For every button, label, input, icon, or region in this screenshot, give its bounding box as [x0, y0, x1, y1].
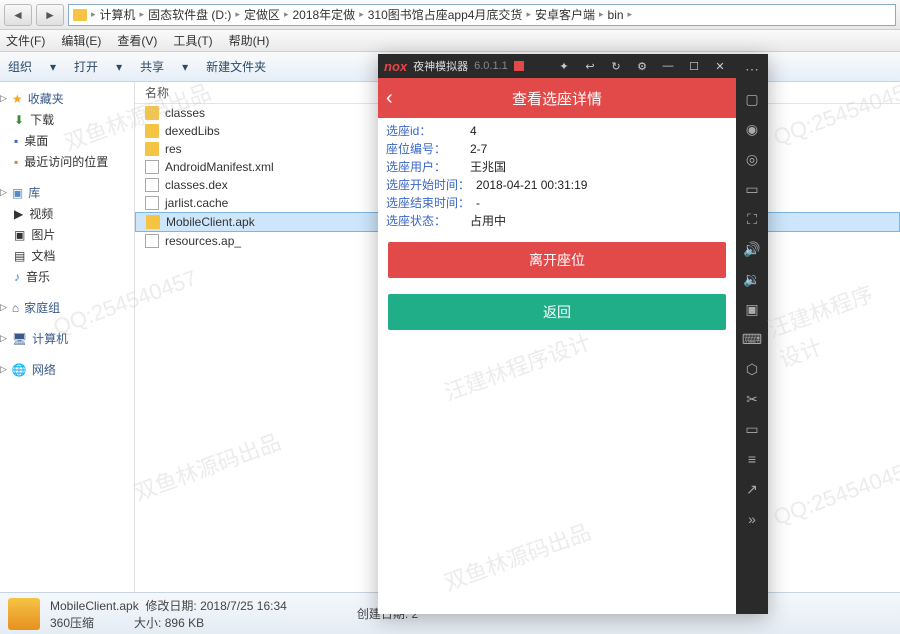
menu-tools[interactable]: 工具(T) [173, 32, 212, 49]
location-icon[interactable]: ◎ [743, 150, 761, 168]
nox-sidebar: ⋯ ▢ ◉ ◎ ▭ ⛶ 🔊 🔉 ▣ ⌨ ⬡ ✂ ▭ ≡ ↗ » [736, 54, 768, 614]
crumb[interactable]: 安卓客户端 [535, 6, 595, 23]
crumb[interactable]: bin [608, 8, 624, 22]
breadcrumb[interactable]: ▸ 计算机▸ 固态软件盘 (D:)▸ 定做区▸ 2018年定做▸ 310图书馆占… [68, 4, 896, 26]
sidebar-homegroup[interactable]: 家庭组 [24, 299, 60, 316]
display-icon[interactable]: ▭ [743, 180, 761, 198]
volume-down-icon[interactable]: 🔉 [743, 270, 761, 288]
apk-icon[interactable]: ⬡ [743, 360, 761, 378]
toolbar-newfolder[interactable]: 新建文件夹 [206, 58, 266, 75]
more-icon[interactable]: ⋯ [743, 60, 761, 78]
close-icon[interactable]: ✕ [710, 60, 730, 73]
crumb[interactable]: 310图书馆占座app4月底交货 [368, 6, 523, 23]
folder-icon [73, 9, 87, 21]
col-name[interactable]: 名称 [145, 84, 169, 101]
sidebar-computer[interactable]: 计算机 [32, 330, 68, 347]
file-icon [145, 178, 159, 192]
status-type: 360压缩 [50, 616, 94, 630]
pin-icon[interactable]: ✦ [554, 60, 574, 73]
sidebar-item[interactable]: ⬇下载 [0, 109, 134, 130]
maximize-icon[interactable]: ☐ [684, 60, 704, 73]
menu-bar: 文件(F) 编辑(E) 查看(V) 工具(T) 帮助(H) [0, 30, 900, 52]
library-icon: ▣ [12, 186, 23, 200]
file-icon [145, 196, 159, 210]
folder-icon[interactable]: ▣ [743, 300, 761, 318]
back-arrow-icon[interactable]: ‹ [386, 87, 393, 110]
menu-file[interactable]: 文件(F) [6, 32, 45, 49]
toolbar-organize[interactable]: 组织 [8, 58, 32, 75]
nox-titlebar: nox 夜神模拟器 6.0.1.1 ✦ ↩ ↻ ⚙ — ☐ ✕ [378, 54, 736, 78]
file-icon [145, 234, 159, 248]
sidebar-item[interactable]: ▤文档 [0, 245, 134, 266]
settings-icon[interactable]: ⚙ [632, 60, 652, 73]
sidebar-item[interactable]: ▶视频 [0, 203, 134, 224]
camera-icon[interactable]: ◉ [743, 120, 761, 138]
menu-help[interactable]: 帮助(H) [229, 32, 270, 49]
nox-emulator: nox 夜神模拟器 6.0.1.1 ✦ ↩ ↻ ⚙ — ☐ ✕ ‹ 查看选座详情… [378, 54, 768, 614]
menu-edit[interactable]: 编辑(E) [61, 32, 101, 49]
address-bar: ◄ ► ▸ 计算机▸ 固态软件盘 (D:)▸ 定做区▸ 2018年定做▸ 310… [0, 0, 900, 30]
sidebar-favorites[interactable]: 收藏夹 [28, 90, 64, 107]
folder-icon [145, 142, 159, 156]
seat-detail: 选座id：4 座位编号：2-7 选座用户：王兆国 选座开始时间：2018-04-… [378, 118, 736, 234]
menu-view[interactable]: 查看(V) [117, 32, 157, 49]
sidebar-item[interactable]: ▣图片 [0, 224, 134, 245]
return-button[interactable]: 返回 [388, 294, 726, 330]
toolbar-open[interactable]: 打开 [74, 58, 98, 75]
folder-icon [145, 124, 159, 138]
sidebar-item[interactable]: ▪最近访问的位置 [0, 151, 134, 172]
folder-icon [145, 106, 159, 120]
leave-seat-button[interactable]: 离开座位 [388, 242, 726, 278]
status-filename: MobileClient.apk [50, 599, 139, 613]
app-title: 查看选座详情 [378, 88, 736, 109]
expand-icon[interactable]: » [743, 510, 761, 528]
scissors-icon[interactable]: ✂ [743, 390, 761, 408]
crumb[interactable]: 固态软件盘 (D:) [148, 6, 231, 23]
fullscreen-icon[interactable]: ⛶ [743, 210, 761, 228]
app-header: ‹ 查看选座详情 [378, 78, 736, 118]
refresh-icon[interactable]: ↻ [606, 60, 626, 73]
nox-title: 夜神模拟器 [413, 58, 468, 74]
nox-logo-icon: nox [384, 59, 407, 74]
rec-icon [514, 61, 524, 71]
phone-icon[interactable]: ▢ [743, 90, 761, 108]
keyboard-icon[interactable]: ⌨ [743, 330, 761, 348]
list-icon[interactable]: ≡ [743, 450, 761, 468]
sidebar-item[interactable]: ▪桌面 [0, 130, 134, 151]
sidebar-item[interactable]: ♪音乐 [0, 266, 134, 287]
export-icon[interactable]: ↗ [743, 480, 761, 498]
nox-version: 6.0.1.1 [474, 60, 508, 72]
nav-fwd-button[interactable]: ► [36, 4, 64, 26]
record-icon[interactable]: ▭ [743, 420, 761, 438]
crumb[interactable]: 定做区 [244, 6, 280, 23]
toolbar-share[interactable]: 共享 [140, 58, 164, 75]
file-icon [145, 160, 159, 174]
sidebar: ▷★收藏夹 ⬇下载 ▪桌面 ▪最近访问的位置 ▷▣库 ▶视频 ▣图片 ▤文档 ♪… [0, 82, 135, 602]
sidebar-network[interactable]: 网络 [32, 361, 56, 378]
star-icon: ★ [12, 92, 23, 106]
back-icon[interactable]: ↩ [580, 60, 600, 73]
file-type-icon [8, 598, 40, 630]
volume-up-icon[interactable]: 🔊 [743, 240, 761, 258]
sidebar-library[interactable]: 库 [28, 184, 40, 201]
crumb[interactable]: 计算机 [100, 6, 136, 23]
apk-icon [146, 215, 160, 229]
minimize-icon[interactable]: — [658, 60, 678, 72]
nav-back-button[interactable]: ◄ [4, 4, 32, 26]
crumb[interactable]: 2018年定做 [292, 6, 355, 23]
